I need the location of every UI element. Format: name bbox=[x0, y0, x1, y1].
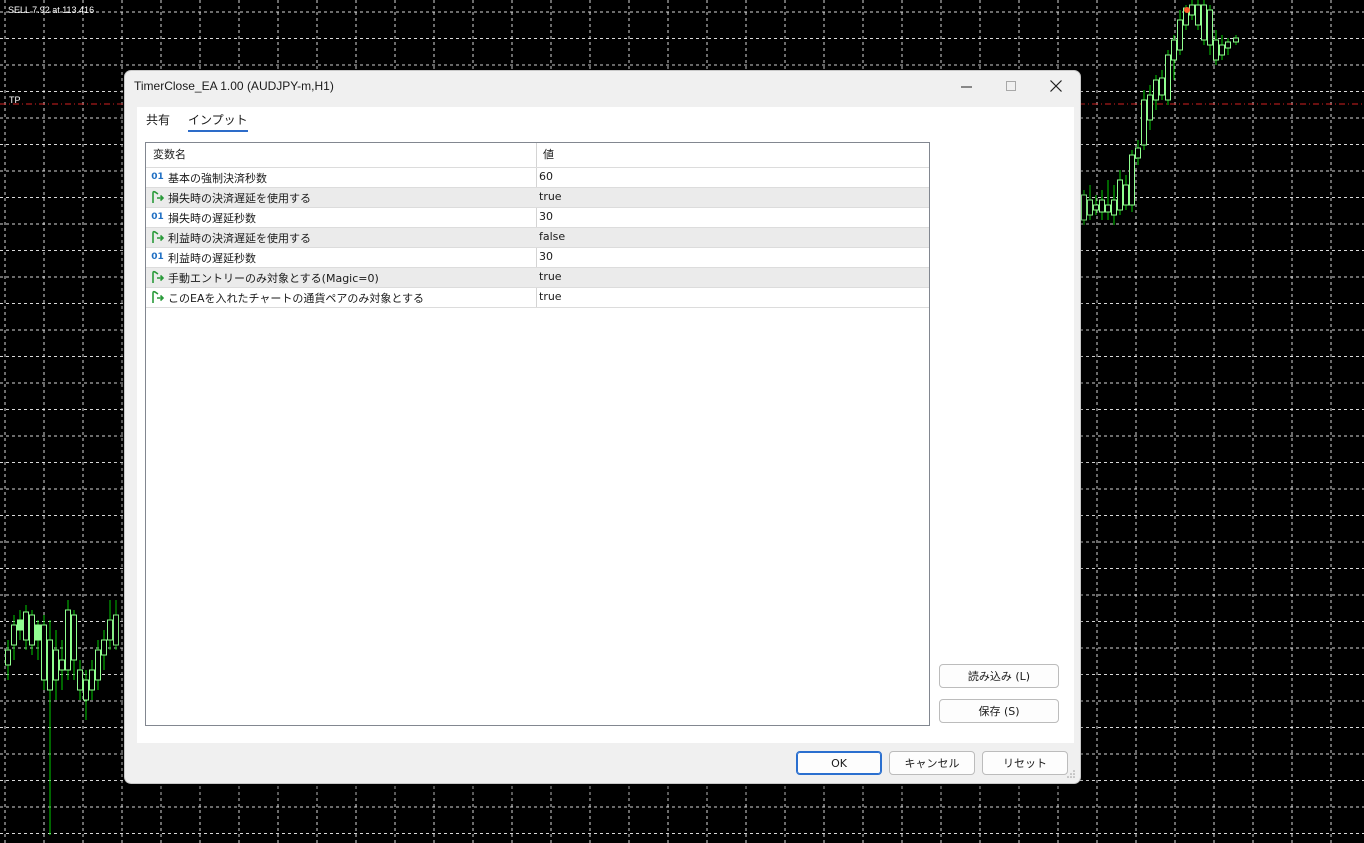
tab-common[interactable]: 共有 bbox=[146, 111, 170, 128]
candle bbox=[1135, 147, 1141, 159]
candle bbox=[17, 619, 23, 631]
candle bbox=[41, 624, 47, 681]
candle bbox=[83, 679, 89, 701]
parameter-name: 手動エントリーのみ対象とする(Magic=0) bbox=[168, 272, 379, 285]
table-row[interactable]: 手動エントリーのみ対象とする(Magic=0) true bbox=[146, 267, 929, 287]
candle bbox=[1117, 179, 1123, 211]
tab-inputs[interactable]: インプット bbox=[188, 111, 248, 132]
candle bbox=[59, 659, 65, 671]
dialog-title: TimerClose_EA 1.00 (AUDJPY-m,H1) bbox=[134, 79, 334, 93]
order-arrow-icon bbox=[1184, 7, 1190, 13]
parameter-value[interactable]: 30 bbox=[539, 210, 553, 223]
candle bbox=[1213, 39, 1219, 61]
candle bbox=[1233, 37, 1239, 43]
order-label: SELL 7.92 at 113.416 bbox=[8, 5, 95, 15]
ea-properties-dialog: TimerClose_EA 1.00 (AUDJPY-m,H1) 共有 インプッ… bbox=[124, 70, 1081, 784]
parameter-name: このEAを入れたチャートの通貨ペアのみ対象とする bbox=[168, 292, 425, 305]
resize-grip-icon[interactable] bbox=[1066, 769, 1076, 779]
boolean-type-icon bbox=[150, 290, 165, 304]
candle bbox=[1177, 19, 1183, 51]
reset-button[interactable]: リセット bbox=[982, 751, 1068, 775]
candle bbox=[1171, 39, 1177, 61]
candle bbox=[1201, 4, 1207, 41]
load-button[interactable]: 読み込み (L) bbox=[939, 664, 1059, 688]
table-header: 変数名 値 bbox=[146, 143, 929, 164]
candle bbox=[1087, 199, 1093, 216]
parameter-name: 損失時の遅延秒数 bbox=[168, 212, 256, 225]
parameter-value[interactable]: false bbox=[539, 230, 565, 243]
close-button[interactable] bbox=[1033, 71, 1079, 101]
dialog-titlebar[interactable]: TimerClose_EA 1.00 (AUDJPY-m,H1) bbox=[125, 71, 1080, 103]
candle bbox=[1153, 79, 1159, 101]
parameter-name: 利益時の遅延秒数 bbox=[168, 252, 256, 265]
candle bbox=[77, 669, 83, 691]
maximize-icon bbox=[1005, 80, 1016, 91]
parameter-name: 利益時の決済遅延を使用する bbox=[168, 232, 311, 245]
candle bbox=[47, 639, 53, 691]
candle bbox=[35, 624, 41, 641]
candle bbox=[1129, 154, 1135, 206]
candle bbox=[95, 649, 101, 681]
minimize-button[interactable] bbox=[943, 71, 989, 101]
parameter-name: 基本の強制決済秒数 bbox=[168, 172, 267, 185]
table-row[interactable]: 01 基本の強制決済秒数 60 bbox=[146, 167, 929, 187]
parameter-value[interactable]: 30 bbox=[539, 250, 553, 263]
candle bbox=[1141, 99, 1147, 146]
candle bbox=[1093, 204, 1099, 211]
minimize-icon bbox=[960, 86, 972, 87]
candle bbox=[113, 614, 119, 646]
candle bbox=[1111, 199, 1117, 216]
integer-type-icon: 01 bbox=[151, 172, 164, 182]
table-row[interactable]: 損失時の決済遅延を使用する true bbox=[146, 187, 929, 207]
boolean-type-icon bbox=[150, 230, 165, 244]
candle bbox=[23, 611, 29, 641]
candle bbox=[1159, 77, 1165, 96]
candle bbox=[1105, 204, 1111, 213]
table-bottom-line bbox=[146, 307, 929, 308]
header-variable-name[interactable]: 変数名 bbox=[153, 143, 186, 164]
candle bbox=[1123, 184, 1129, 206]
table-row[interactable]: 01 損失時の遅延秒数 30 bbox=[146, 207, 929, 227]
parameter-value[interactable]: true bbox=[539, 190, 562, 203]
parameter-value[interactable]: 60 bbox=[539, 170, 553, 183]
candle bbox=[1225, 41, 1231, 49]
candle bbox=[71, 614, 77, 661]
candle bbox=[29, 614, 35, 646]
inputs-panel: 共有 インプット 変数名 値 01 基本の強制決済秒数 60 損失時の決済遅延を使用す… bbox=[137, 107, 1074, 743]
save-button[interactable]: 保存 (S) bbox=[939, 699, 1059, 723]
candle bbox=[1219, 44, 1225, 56]
candle bbox=[1147, 94, 1153, 121]
candle bbox=[1189, 4, 1195, 16]
boolean-type-icon bbox=[150, 190, 165, 204]
header-value[interactable]: 値 bbox=[543, 143, 554, 164]
parameters-table: 変数名 値 01 基本の強制決済秒数 60 損失時の決済遅延を使用する true 01 損失… bbox=[145, 142, 930, 726]
candle bbox=[11, 624, 17, 646]
table-row[interactable]: 01 利益時の遅延秒数 30 bbox=[146, 247, 929, 267]
integer-type-icon: 01 bbox=[151, 212, 164, 222]
candle bbox=[89, 669, 95, 691]
candle bbox=[65, 609, 71, 671]
candle bbox=[5, 649, 11, 666]
candle bbox=[53, 649, 59, 681]
ok-button[interactable]: OK bbox=[796, 751, 882, 775]
candle bbox=[1207, 9, 1213, 46]
candle bbox=[107, 619, 113, 641]
candle bbox=[1081, 194, 1087, 221]
table-row[interactable]: 利益時の決済遅延を使用する false bbox=[146, 227, 929, 247]
cancel-button[interactable]: キャンセル bbox=[889, 751, 975, 775]
parameter-value[interactable]: true bbox=[539, 270, 562, 283]
integer-type-icon: 01 bbox=[151, 252, 164, 262]
parameter-value[interactable]: true bbox=[539, 290, 562, 303]
close-icon bbox=[1050, 80, 1062, 92]
candle bbox=[101, 639, 107, 656]
parameter-name: 損失時の決済遅延を使用する bbox=[168, 192, 311, 205]
table-row[interactable]: このEAを入れたチャートの通貨ペアのみ対象とする true bbox=[146, 287, 929, 307]
candle bbox=[1165, 54, 1171, 101]
tp-label: TP bbox=[9, 95, 21, 105]
candle bbox=[1099, 199, 1105, 213]
maximize-button[interactable] bbox=[988, 71, 1034, 101]
boolean-type-icon bbox=[150, 270, 165, 284]
candle bbox=[1195, 4, 1201, 26]
